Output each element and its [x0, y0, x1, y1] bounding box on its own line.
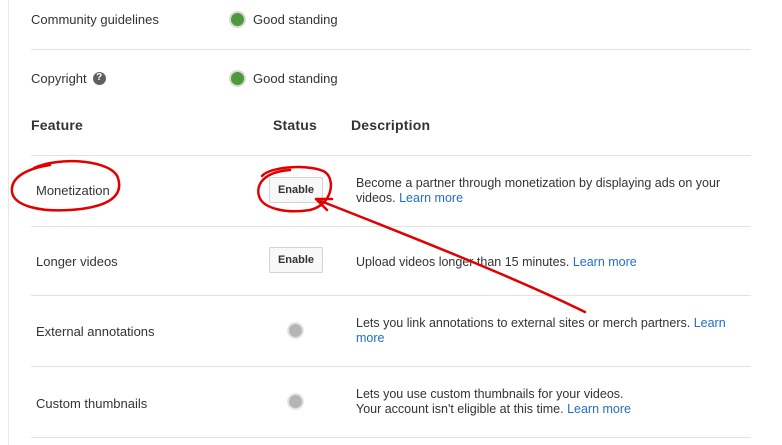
- description-text: Upload videos longer than 15 minutes.: [356, 255, 570, 269]
- learn-more-link[interactable]: Learn more: [573, 255, 637, 269]
- status-value-text: Good standing: [253, 11, 338, 27]
- feature-description: Upload videos longer than 15 minutes. Le…: [356, 255, 741, 270]
- ineligible-dot-icon: [289, 324, 302, 337]
- status-value-text: Good standing: [253, 70, 338, 86]
- table-row-external-annotations: External annotations Lets you link annot…: [31, 296, 751, 366]
- divider: [31, 437, 751, 438]
- description-text: Lets you link annotations to external si…: [356, 316, 691, 330]
- status-label-text: Copyright: [31, 70, 87, 86]
- feature-name: Longer videos: [36, 254, 118, 269]
- learn-more-link[interactable]: Learn more: [567, 402, 631, 416]
- eligibility-text: Your account isn't eligible at this time…: [356, 402, 564, 416]
- table-row-monetization: Monetization Enable Become a partner thr…: [31, 156, 751, 226]
- help-icon[interactable]: ?: [92, 71, 106, 85]
- column-header-status: Status: [273, 117, 317, 133]
- status-value: Good standing: [231, 71, 338, 86]
- status-label-text: Community guidelines: [31, 11, 159, 27]
- column-header-feature: Feature: [31, 117, 83, 133]
- status-value: Good standing: [231, 12, 338, 27]
- ineligible-dot-icon: [289, 395, 302, 408]
- good-standing-dot-icon: [231, 12, 244, 26]
- good-standing-dot-icon: [231, 71, 244, 85]
- column-header-description: Description: [351, 117, 431, 133]
- feature-description: Lets you use custom thumbnails for your …: [356, 387, 741, 417]
- table-row-longer-videos: Longer videos Enable Upload videos longe…: [31, 227, 751, 295]
- description-line-2: Your account isn't eligible at this time…: [356, 402, 741, 417]
- feature-description: Lets you link annotations to external si…: [356, 316, 741, 346]
- divider: [31, 49, 751, 50]
- table-row-custom-thumbnails: Custom thumbnails Lets you use custom th…: [31, 367, 751, 437]
- description-text: Lets you use custom thumbnails for your …: [356, 387, 624, 401]
- status-label: Community guidelines: [31, 12, 231, 27]
- status-label: Copyright ?: [31, 71, 231, 86]
- feature-name: Custom thumbnails: [36, 396, 148, 411]
- status-row-copyright: Copyright ? Good standing: [31, 63, 751, 93]
- feature-description: Become a partner through monetization by…: [356, 176, 741, 206]
- learn-more-link[interactable]: Learn more: [399, 191, 463, 205]
- feature-name: External annotations: [36, 324, 155, 339]
- feature-name: Monetization: [36, 183, 110, 198]
- enable-longer-videos-button[interactable]: Enable: [269, 247, 323, 273]
- status-row-community-guidelines: Community guidelines Good standing: [31, 4, 751, 34]
- enable-monetization-button[interactable]: Enable: [269, 177, 323, 203]
- left-divider: [8, 0, 9, 445]
